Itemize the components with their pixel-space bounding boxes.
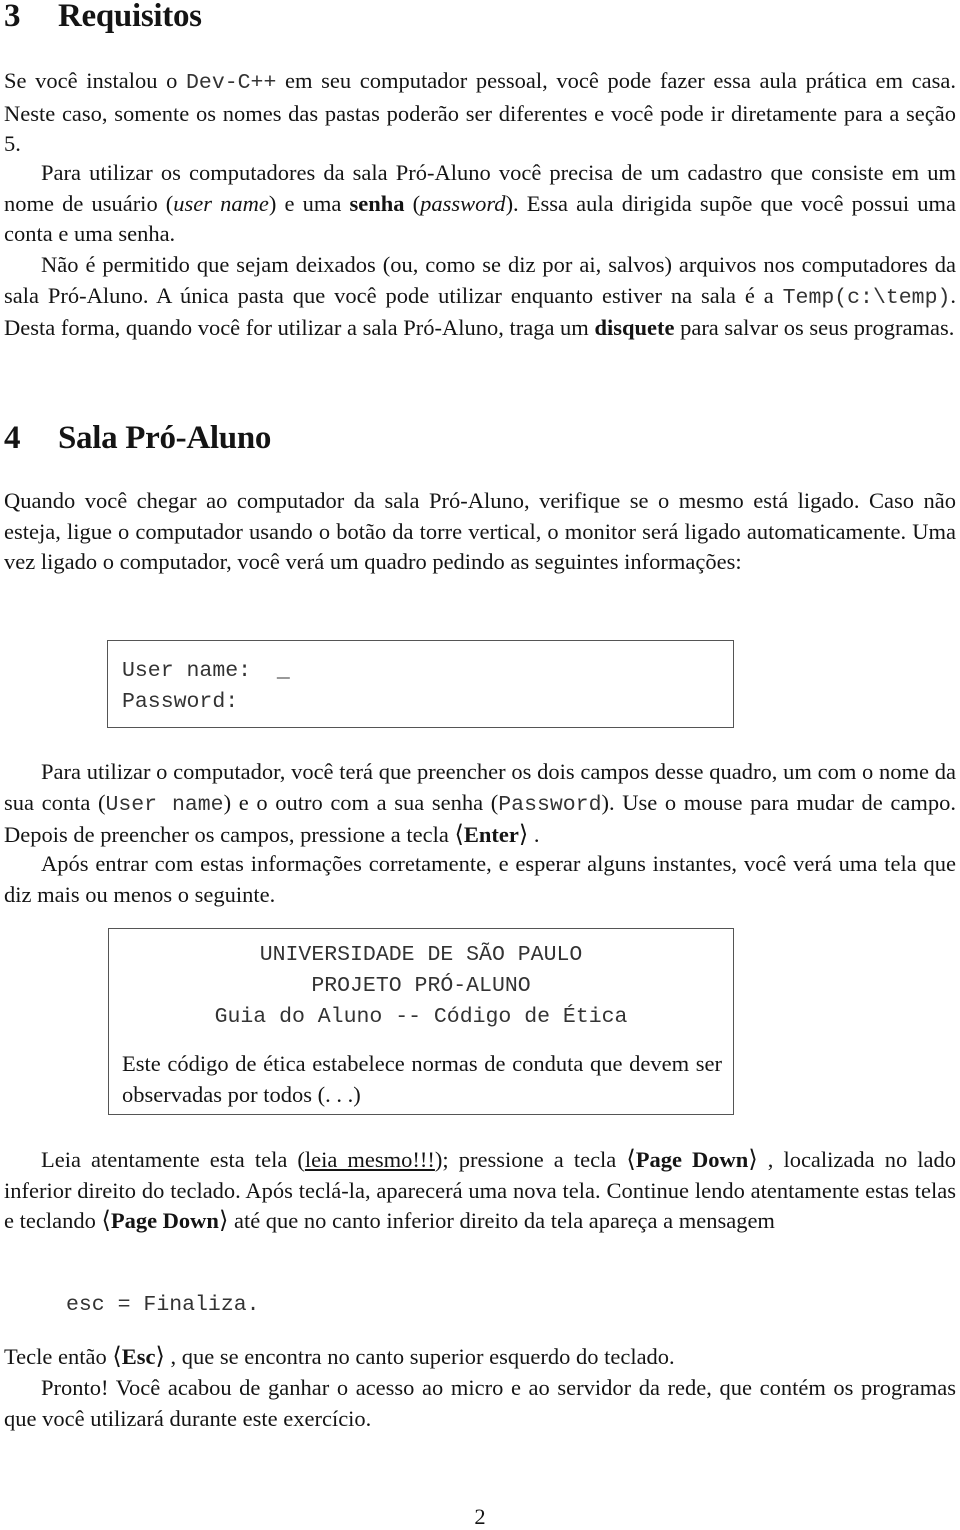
code-text: Dev-C++	[186, 71, 277, 95]
text-run: ); pressione a tecla	[434, 1147, 627, 1172]
left-angle-bracket: ⟨	[112, 1344, 122, 1370]
ethics-code-screen-illustration: UNIVERSIDADE DE SÃO PAULO PROJETO PRÓ-AL…	[108, 928, 734, 1115]
bold-text: disquete	[594, 315, 675, 341]
paragraph: Quando você chegar ao computador da sala…	[4, 486, 956, 578]
text-run: Tecle então	[4, 1344, 113, 1369]
code-text: User name	[105, 792, 224, 817]
user-name-label: User name:	[122, 659, 252, 683]
guide-title: Guia do Aluno -- Código de Ética	[214, 1005, 628, 1029]
right-angle-bracket: ⟩	[218, 1208, 229, 1235]
text-run: , que se encontra no canto superior esqu…	[164, 1344, 675, 1369]
text-run: Leia atentamente esta tela (	[41, 1147, 305, 1172]
right-angle-bracket: ⟩	[518, 822, 529, 849]
left-angle-bracket: ⟨	[454, 822, 464, 849]
ethics-body-text: Este código de ética estabelece normas d…	[122, 1051, 722, 1107]
text-run: Pronto! Você acabou de ganhar o acesso a…	[4, 1375, 956, 1431]
left-angle-bracket: ⟨	[101, 1208, 111, 1235]
paragraph: Leia atentamente esta tela (leia mesmo!!…	[4, 1145, 956, 1237]
underlined-text: leia mesmo!!!	[304, 1147, 435, 1172]
paragraph: Tecle então ⟨Esc⟩ , que se encontra no c…	[4, 1342, 956, 1373]
section-number: 3	[4, 0, 21, 34]
paragraph: Se você instalou o Dev-C++ em seu comput…	[4, 66, 956, 160]
text-run: ) e uma	[268, 190, 350, 216]
key-name: Page Down	[635, 1147, 749, 1172]
code-message: esc = Finaliza.	[66, 1293, 260, 1317]
code-text: Temp(c:\temp)	[782, 285, 951, 310]
text-run: (	[404, 190, 421, 216]
code-text: Password	[498, 792, 602, 817]
keyboard-key: ⟨Enter⟩	[454, 822, 529, 849]
text-run: ) e o outro com a sua senha (	[223, 789, 499, 815]
text-run: Se você instalou o	[4, 68, 187, 93]
right-angle-bracket: ⟩	[748, 1147, 758, 1173]
right-angle-bracket: ⟩	[155, 1344, 165, 1370]
left-angle-bracket: ⟨	[626, 1147, 636, 1173]
paragraph: Pronto! Você acabou de ganhar o acesso a…	[4, 1373, 956, 1434]
project-name: PROJETO PRÓ-ALUNO	[311, 974, 531, 998]
keyboard-key: ⟨Esc⟩	[112, 1344, 165, 1370]
text-run: para salvar os seus programas.	[674, 315, 955, 341]
page-number: 2	[474, 1504, 486, 1529]
key-name: Esc	[121, 1344, 156, 1369]
key-name: Enter	[463, 822, 519, 848]
paragraph: Para utilizar os computadores da sala Pr…	[4, 158, 956, 250]
text-run: até que no canto inferior direito da tel…	[228, 1208, 775, 1234]
text-cursor: _	[276, 659, 290, 683]
section-number: 4	[4, 420, 21, 456]
text-run: Quando você chegar ao computador da sala…	[4, 488, 956, 575]
text-run: Após entrar com estas informações corret…	[4, 851, 956, 907]
text-run: .	[528, 822, 540, 848]
italic-text: password	[420, 190, 506, 216]
user-name-line: User name: _	[122, 659, 290, 683]
section-title: Sala Pró-Aluno	[58, 420, 272, 456]
section-title: Requisitos	[58, 0, 202, 34]
login-box-illustration: User name: _ Password:	[107, 640, 734, 728]
section-3-heading: 3 Requisitos	[4, 0, 202, 35]
keyboard-key: ⟨Page Down⟩	[626, 1147, 758, 1173]
keyboard-key: ⟨Page Down⟩	[101, 1208, 229, 1235]
paragraph: Para utilizar o computador, você terá qu…	[4, 757, 956, 851]
university-name: UNIVERSIDADE DE SÃO PAULO	[259, 943, 583, 967]
paragraph: Não é permitido que sejam deixados (ou, …	[4, 250, 956, 344]
paragraph: Após entrar com estas informações corret…	[4, 849, 956, 910]
key-name: Page Down	[110, 1208, 219, 1234]
section-4-heading: 4 Sala Pró-Aluno	[4, 420, 271, 457]
italic-text: user name	[173, 190, 269, 216]
password-label: Password:	[122, 690, 239, 714]
bold-text: senha	[349, 190, 405, 216]
